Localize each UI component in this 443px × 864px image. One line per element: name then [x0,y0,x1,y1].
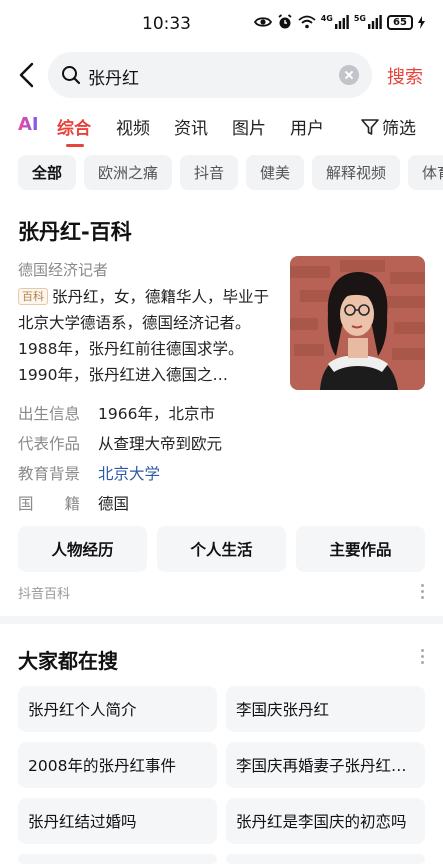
tab-fade [330,108,360,148]
info-label: 教育背景 [18,465,81,483]
info-value: 德国 [98,495,130,513]
info-row-birth: 出生信息 1966年，北京市 [18,402,215,424]
alarm-icon [278,14,292,29]
back-button[interactable] [16,60,40,90]
section-divider [0,616,443,624]
info-label: 代表作品 [18,435,81,453]
filter-icon [361,118,379,135]
related-search-item[interactable]: 张丹红是李国庆的初恋吗 [226,798,425,844]
biography-button[interactable]: 人物经历 [18,526,147,572]
baike-summary-text: 张丹红，女，德籍华人，毕业于北京大学德语系，德国经济记者。1988年，张丹红前往… [18,288,270,384]
education-link[interactable]: 北京大学 [98,462,160,484]
related-search-item-partial[interactable] [18,854,217,864]
info-row-works: 代表作品 从查理大帝到欧元 [18,432,222,454]
related-search-item[interactable]: 李国庆再婚妻子张丹红… [226,742,425,788]
tab-images[interactable]: 图片 [232,114,266,139]
portrait-image [290,256,425,390]
source-label: 抖音百科 [18,587,71,602]
info-row-nationality: 国 籍 德国 [18,492,129,514]
related-more-icon[interactable] [421,649,425,667]
tab-comprehensive[interactable]: 综合 [57,114,91,139]
wifi-icon [298,15,316,29]
related-search-text: 李国庆再婚妻子张丹红… [236,757,407,775]
chip-douyin[interactable]: 抖音 [180,155,238,190]
baike-subtitle: 德国经济记者 [18,261,109,279]
network-label-2: 5G [353,14,366,23]
related-search-item[interactable]: 张丹红个人简介 [18,686,217,732]
status-time: 10:33 [142,14,191,34]
search-row: 张丹红 搜索 [0,50,443,100]
related-search-text: 张丹红结过婚吗 [28,813,137,831]
chip-fitness[interactable]: 健美 [246,155,304,190]
network-label-1: 4G [320,14,333,23]
status-bar: 10:33 4G 5G 65 [0,0,443,46]
status-icons: 4G 5G 65 [253,14,425,30]
related-search-item[interactable]: 李国庆张丹红 [226,686,425,732]
filter-label: 筛选 [382,119,416,139]
tab-users[interactable]: 用户 [290,114,324,139]
search-query[interactable]: 张丹红 [88,64,139,89]
active-tab-indicator [66,144,84,147]
related-search-item[interactable]: 2008年的张丹红事件 [18,742,217,788]
chevron-left-icon [19,62,34,88]
clear-search-icon[interactable] [339,65,359,85]
info-value: 从查理大帝到欧元 [98,435,223,453]
search-icon [62,66,81,85]
related-searches-title: 大家都在搜 [18,649,118,673]
info-label: 国 籍 [18,495,81,513]
person-photo[interactable] [290,256,425,390]
chip-explain-video[interactable]: 解释视频 [312,155,400,190]
chip-europe-pain[interactable]: 欧洲之痛 [84,155,172,190]
related-search-item-partial[interactable] [226,854,425,864]
eye-icon [253,17,272,27]
chip-bar: 全部 欧洲之痛 抖音 健美 解释视频 体育 [0,155,443,191]
info-value: 1966年，北京市 [98,405,215,423]
chip-sports[interactable]: 体育 [408,155,443,190]
personal-life-button[interactable]: 个人生活 [157,526,286,572]
info-label: 出生信息 [18,405,81,423]
tab-ai[interactable]: AI [18,114,39,135]
tab-news[interactable]: 资讯 [174,114,208,139]
related-search-item[interactable]: 张丹红结过婚吗 [18,798,217,844]
more-options-icon[interactable] [421,584,425,602]
baike-title[interactable]: 张丹红-百科 [18,216,132,246]
signal-icon [334,15,349,29]
charging-icon [418,15,425,29]
chip-all[interactable]: 全部 [18,155,76,190]
related-search-text: 张丹红个人简介 [28,701,137,719]
major-works-button[interactable]: 主要作品 [296,526,425,572]
related-search-text: 张丹红是李国庆的初恋吗 [236,813,407,831]
tab-video[interactable]: 视频 [116,114,150,139]
search-input[interactable]: 张丹红 [48,52,372,98]
related-search-text: 李国庆张丹红 [236,701,330,719]
search-button[interactable]: 搜索 [387,63,423,89]
info-row-education: 教育背景 北京大学 [18,462,160,484]
related-search-text: 2008年的张丹红事件 [28,757,176,775]
filter-button[interactable]: 筛选 [358,114,416,139]
tab-bar: AI 综合 视频 资讯 图片 用户 筛选 [0,108,443,148]
battery-indicator: 65 [387,14,413,30]
baike-summary[interactable]: 百科 张丹红，女，德籍华人，毕业于北京大学德语系，德国经济记者。1988年，张丹红… [18,284,272,388]
signal-icon-2 [368,15,382,29]
baike-tag: 百科 [18,288,48,305]
